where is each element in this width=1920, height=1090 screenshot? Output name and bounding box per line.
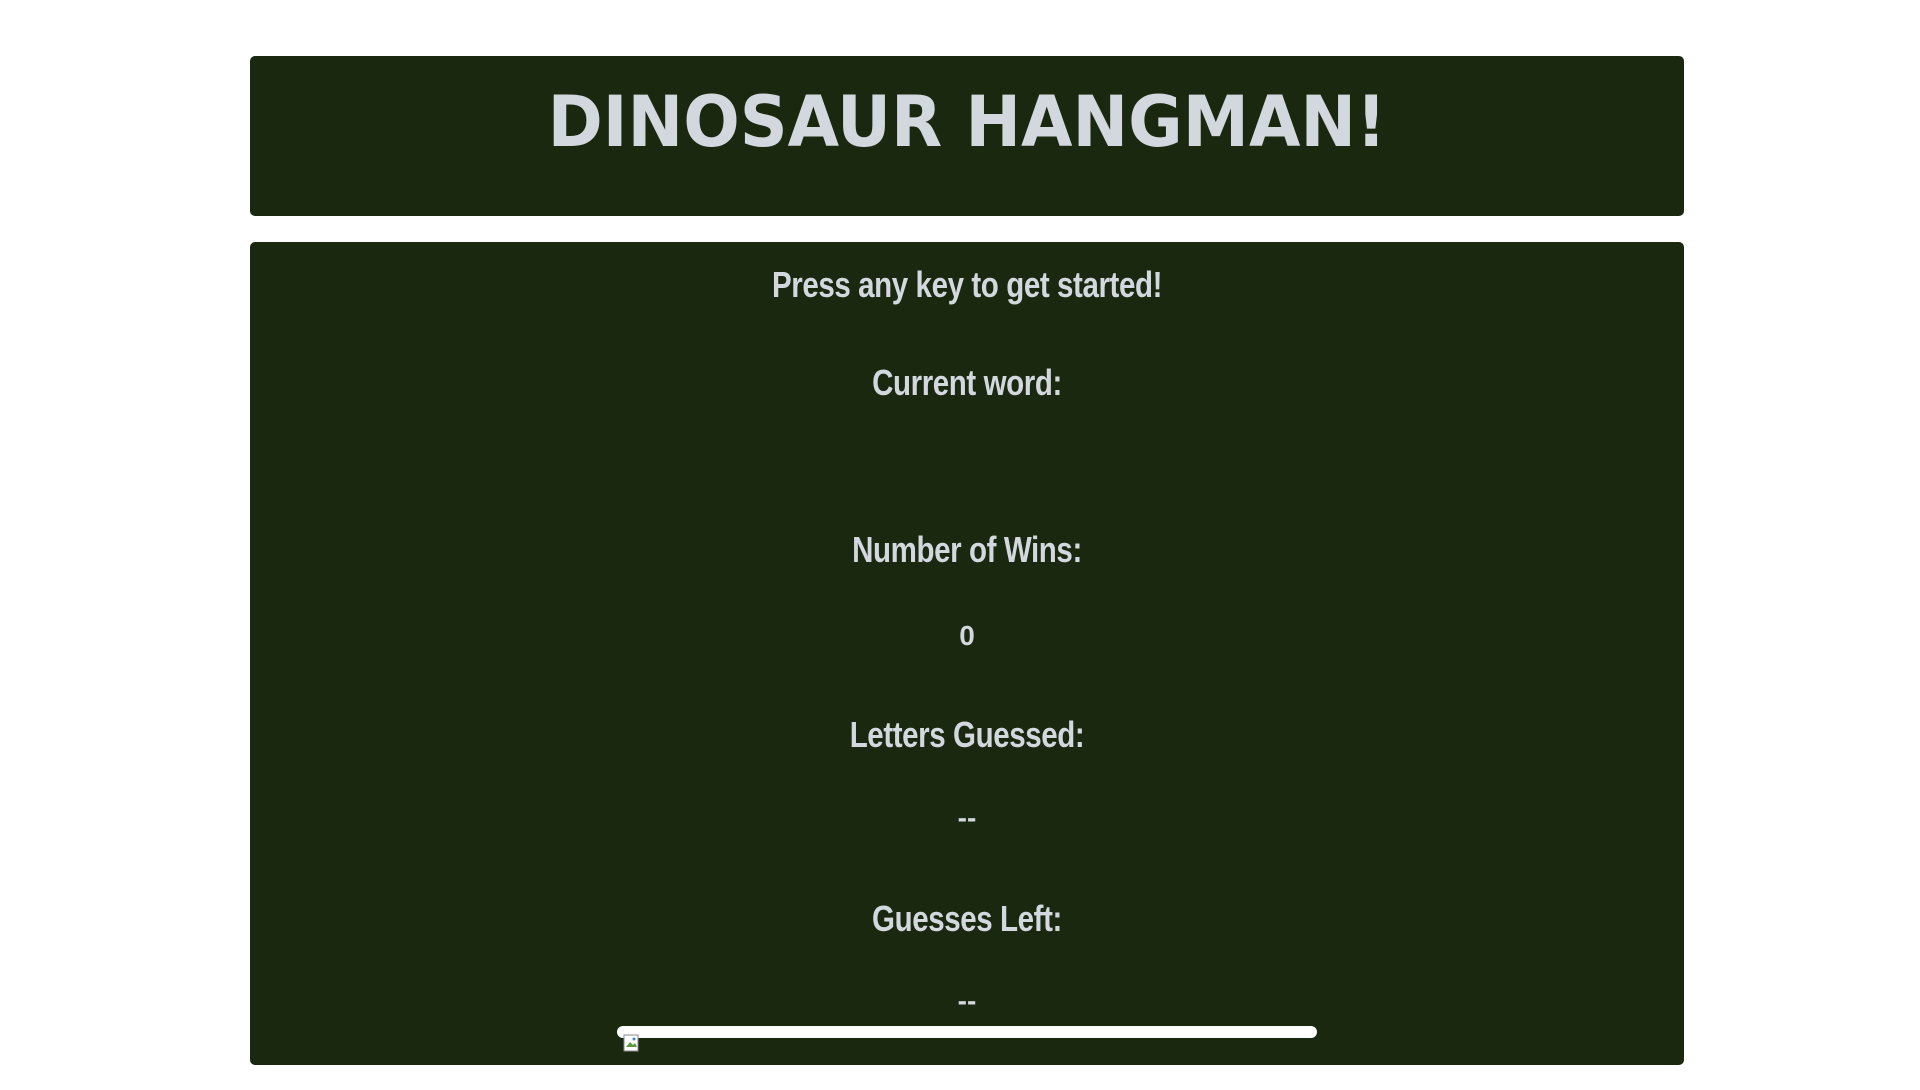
guesses-left-label: Guesses Left: — [872, 898, 1062, 939]
hangman-image-frame — [617, 1026, 1317, 1038]
letters-guessed-label: Letters Guessed: — [849, 714, 1085, 755]
broken-image-icon — [623, 1034, 643, 1054]
wins-label: Number of Wins: — [852, 529, 1082, 570]
header-banner: DINOSAUR HANGMAN! — [250, 56, 1684, 216]
letters-guessed-value: -- — [957, 802, 977, 833]
game-panel: Press any key to get started! Current wo… — [250, 242, 1684, 1065]
wins-value: 0 — [959, 620, 975, 651]
page-title: DINOSAUR HANGMAN! — [547, 81, 1387, 163]
start-prompt: Press any key to get started! — [771, 264, 1163, 305]
current-word-label: Current word: — [872, 362, 1062, 403]
guesses-left-value: -- — [957, 985, 977, 1016]
